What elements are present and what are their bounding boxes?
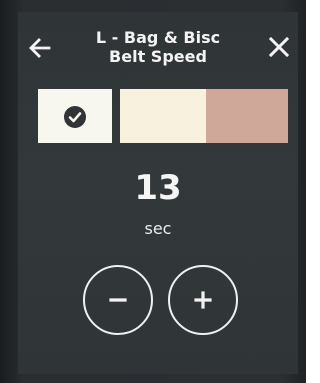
swatch-cream[interactable] <box>120 89 206 143</box>
arrow-left-icon[interactable] <box>28 36 52 60</box>
swatch-light[interactable] <box>38 89 112 143</box>
belt-speed-value: 13 <box>134 168 182 208</box>
device-frame: L - Bag & Bisc Belt Speed 13 sec <box>0 0 306 383</box>
minus-icon <box>109 298 127 302</box>
increment-button[interactable] <box>168 265 238 335</box>
swatch-tan[interactable] <box>206 89 288 143</box>
check-circle-icon <box>64 106 86 128</box>
close-icon[interactable] <box>268 36 290 58</box>
decrement-button[interactable] <box>83 265 153 335</box>
plus-icon <box>194 291 212 309</box>
touch-screen: L - Bag & Bisc Belt Speed 13 sec <box>18 12 298 374</box>
color-swatch-row <box>38 89 288 143</box>
title-line-1: L - Bag & Bisc <box>95 28 221 47</box>
title-line-2: Belt Speed <box>109 47 207 66</box>
belt-speed-unit: sec <box>144 219 172 238</box>
page-title: L - Bag & Bisc Belt Speed <box>74 28 242 66</box>
